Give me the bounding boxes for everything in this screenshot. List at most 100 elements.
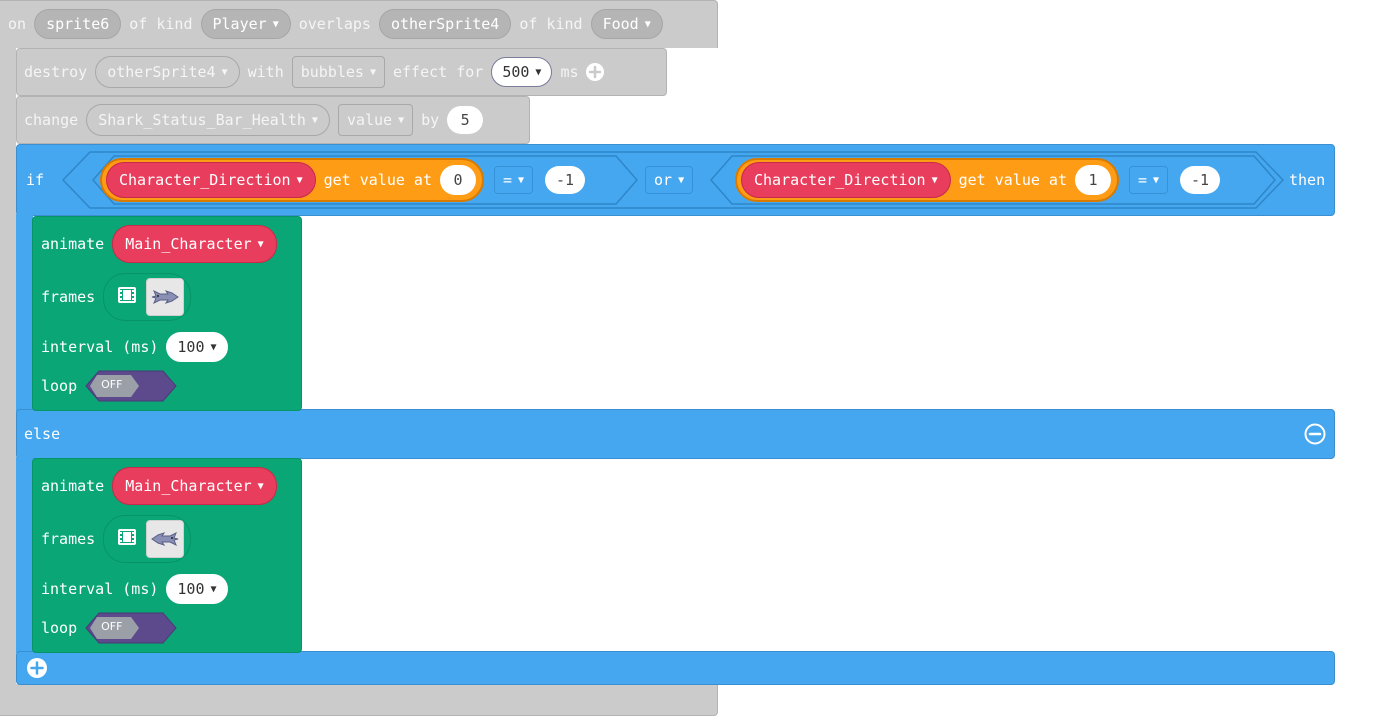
or-operator-dropdown[interactable]: or ▼ — [645, 166, 694, 194]
caret-down-icon: ▼ — [257, 238, 264, 250]
change-target-label: Shark_Status_Bar_Health — [98, 111, 306, 129]
destroy-label: destroy — [24, 63, 88, 81]
destroy-target-label: otherSprite4 — [107, 63, 216, 81]
if-left-rail — [16, 214, 33, 412]
right-index-value: 1 — [1088, 171, 1098, 189]
right-index-input[interactable]: 1 — [1075, 165, 1111, 195]
shark-sprite-icon — [151, 531, 179, 547]
loop-toggle-state: OFF — [101, 620, 123, 633]
caret-down-icon: ▼ — [311, 114, 318, 126]
right-compare-input[interactable]: -1 — [1180, 166, 1221, 194]
other-sprite-label: otherSprite4 — [390, 15, 500, 33]
caret-down-icon: ▼ — [678, 174, 685, 186]
with-label: with — [247, 63, 284, 81]
if-footer-bar[interactable] — [16, 651, 1335, 685]
caret-down-icon: ▼ — [1153, 174, 1160, 186]
caret-down-icon: ▼ — [272, 18, 279, 30]
ms-label: ms — [560, 63, 579, 81]
left-compare: Character_Direction ▼ get value at 0 = ▼… — [100, 158, 586, 202]
film-icon — [118, 529, 137, 549]
caret-down-icon: ▼ — [257, 480, 264, 492]
effect-dropdown[interactable]: bubbles ▼ — [291, 56, 385, 88]
frames-editor[interactable] — [103, 273, 192, 321]
left-get-value-label: get value at — [323, 171, 432, 189]
kind-food-label: Food — [602, 15, 639, 33]
animate-else-sprite-dropdown[interactable]: Main_Character ▼ — [112, 467, 277, 505]
event-header[interactable]: on sprite6 of kind Player ▼ overlaps oth… — [8, 8, 663, 40]
field-dropdown[interactable]: value ▼ — [337, 104, 414, 136]
right-array-variable-label: Character_Direction — [754, 171, 926, 189]
left-operator-dropdown[interactable]: = ▼ — [494, 166, 534, 194]
sprite-variable[interactable]: sprite6 — [34, 9, 122, 39]
frames-label: frames — [41, 288, 96, 306]
animate-else-row4: loop OFF — [41, 612, 177, 644]
frames-label: frames — [41, 530, 96, 548]
film-icon — [118, 287, 137, 307]
field-label: value — [346, 111, 393, 129]
interval-label: interval (ms) — [41, 338, 159, 356]
right-array-get-block[interactable]: Character_Direction ▼ get value at 1 — [735, 158, 1119, 202]
animate-then-row3: interval (ms) 100 ▼ — [41, 331, 228, 363]
kind-dropdown-player[interactable]: Player ▼ — [200, 9, 291, 39]
change-target-dropdown[interactable]: Shark_Status_Bar_Health ▼ — [86, 104, 330, 136]
frames-editor[interactable] — [103, 515, 192, 563]
left-compare-input[interactable]: -1 — [545, 166, 586, 194]
else-bar[interactable] — [16, 409, 1335, 459]
caret-down-icon: ▼ — [931, 174, 938, 186]
left-array-get-block[interactable]: Character_Direction ▼ get value at 0 — [100, 158, 484, 202]
interval-value: 100 — [177, 338, 205, 356]
interval-dropdown[interactable]: 100 ▼ — [166, 574, 228, 604]
caret-down-icon: ▼ — [369, 66, 376, 78]
left-array-variable-dropdown[interactable]: Character_Direction ▼ — [106, 162, 316, 198]
interval-value: 100 — [177, 580, 205, 598]
left-array-variable-label: Character_Direction — [119, 171, 291, 189]
animate-label: animate — [41, 477, 105, 495]
other-sprite-variable[interactable]: otherSprite4 — [378, 9, 512, 39]
left-index-input[interactable]: 0 — [440, 165, 476, 195]
frame-thumbnail[interactable] — [146, 520, 185, 558]
kind-dropdown-food[interactable]: Food ▼ — [590, 9, 663, 39]
effect-label: bubbles — [300, 63, 364, 81]
caret-down-icon: ▼ — [210, 583, 217, 595]
effect-for-label: effect for — [393, 63, 484, 81]
duration-label: 500 — [502, 63, 530, 81]
animate-then-row4: loop OFF — [41, 370, 177, 402]
if-label: if — [26, 171, 45, 189]
left-compare-value: -1 — [556, 171, 575, 189]
by-label: by — [421, 111, 440, 129]
caret-down-icon: ▼ — [221, 66, 228, 78]
caret-down-icon: ▼ — [398, 114, 405, 126]
else-left-rail — [16, 457, 33, 653]
animate-then-sprite-label: Main_Character — [125, 235, 252, 253]
change-label: change — [24, 111, 79, 129]
plus-icon[interactable] — [26, 657, 48, 683]
caret-down-icon: ▼ — [644, 18, 651, 30]
destroy-target-dropdown[interactable]: otherSprite4 ▼ — [95, 56, 240, 88]
loop-toggle[interactable]: OFF — [85, 370, 177, 402]
caret-down-icon: ▼ — [210, 341, 217, 353]
minus-icon[interactable] — [1304, 423, 1326, 449]
right-operator-dropdown[interactable]: = ▼ — [1129, 166, 1169, 194]
shark-sprite-icon — [152, 289, 180, 305]
frame-thumbnail[interactable] — [146, 278, 185, 316]
plus-icon[interactable] — [585, 62, 605, 82]
caret-down-icon: ▼ — [518, 174, 525, 186]
loop-toggle[interactable]: OFF — [85, 612, 177, 644]
interval-dropdown[interactable]: 100 ▼ — [166, 332, 228, 362]
loop-label: loop — [41, 377, 78, 395]
duration-dropdown[interactable]: 500 ▼ — [491, 57, 553, 87]
change-amount-input[interactable]: 5 — [447, 106, 484, 134]
right-operator-label: = — [1138, 171, 1148, 189]
or-operator-label: or — [654, 171, 673, 189]
sprite-variable-label: sprite6 — [46, 15, 110, 33]
of-kind-label-2: of kind — [519, 15, 583, 33]
left-index-value: 0 — [453, 171, 463, 189]
animate-then-sprite-dropdown[interactable]: Main_Character ▼ — [112, 225, 277, 263]
caret-down-icon: ▼ — [535, 66, 542, 78]
loop-label: loop — [41, 619, 78, 637]
animate-else-row2: frames — [41, 515, 192, 563]
kind-player-label: Player — [212, 15, 267, 33]
change-row: change Shark_Status_Bar_Health ▼ value ▼… — [24, 104, 484, 136]
right-array-variable-dropdown[interactable]: Character_Direction ▼ — [741, 162, 951, 198]
right-compare-value: -1 — [1191, 171, 1210, 189]
